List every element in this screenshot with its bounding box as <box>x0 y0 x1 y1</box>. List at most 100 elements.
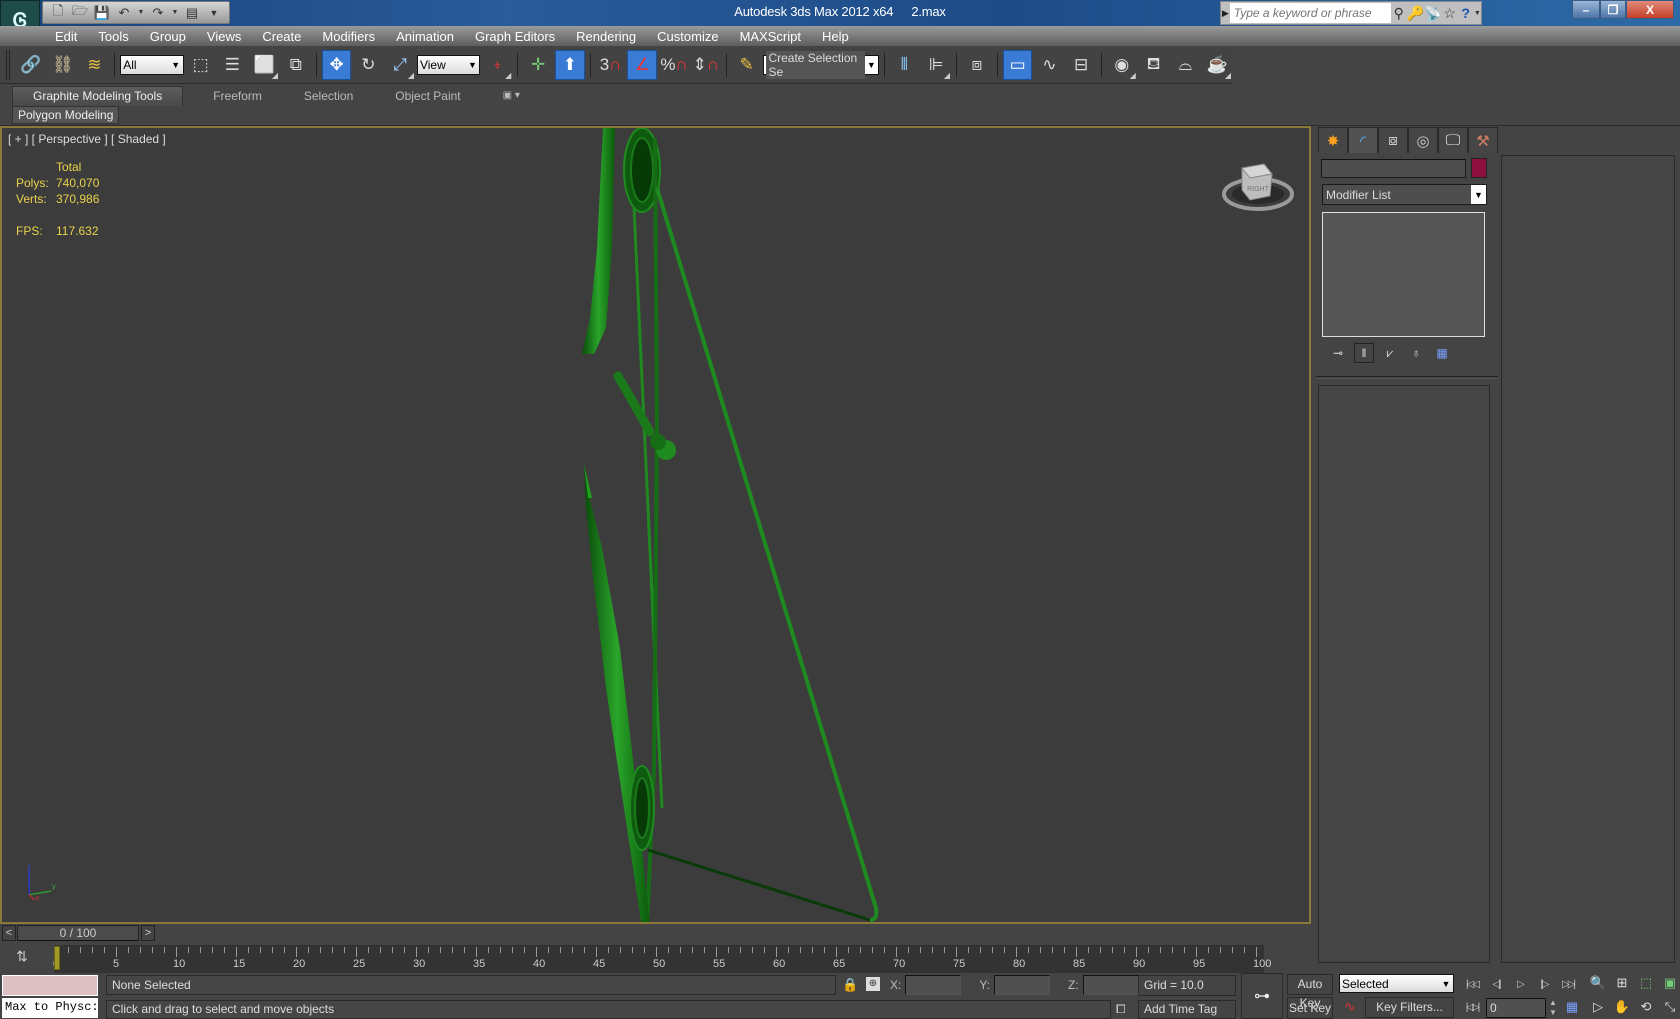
menu-maxscript[interactable]: MAXScript <box>740 29 801 44</box>
curve-editor-icon[interactable]: ∿ <box>1034 50 1064 80</box>
zoom-extents-icon[interactable]: ⬚ <box>1636 974 1656 992</box>
orbit-icon[interactable]: ⟲ <box>1636 998 1656 1016</box>
object-color-swatch[interactable] <box>1471 158 1487 178</box>
menu-graph-editors[interactable]: Graph Editors <box>475 29 555 44</box>
redo-dropdown-icon[interactable]: ▼ <box>171 5 179 21</box>
menu-create[interactable]: Create <box>262 29 301 44</box>
close-button[interactable]: X <box>1626 0 1674 19</box>
current-frame-field[interactable]: 0 <box>1486 998 1546 1018</box>
select-and-manipulate-icon[interactable]: ✛ <box>523 50 553 80</box>
menu-edit[interactable]: Edit <box>55 29 77 44</box>
configure-modifier-sets-icon[interactable]: ▦ <box>1432 343 1452 363</box>
select-and-scale-icon[interactable]: ⤢ ◢ <box>385 50 415 80</box>
key-filters-button[interactable]: Key Filters... <box>1365 997 1454 1018</box>
play-icon[interactable]: ▷ <box>1510 975 1530 993</box>
toolbar-grip[interactable] <box>6 49 10 80</box>
maxscript-listener-output[interactable] <box>2 975 98 996</box>
y-coordinate-field[interactable] <box>994 975 1051 995</box>
search-expand-icon[interactable]: ▶ <box>1221 8 1230 19</box>
create-tab-icon[interactable]: ✸ <box>1318 127 1348 153</box>
frame-spinner[interactable]: ▲ ▼ <box>1548 998 1558 1018</box>
reference-coordinate-dropdown[interactable]: View ▼ <box>416 54 481 75</box>
go-to-start-icon[interactable]: |◁◁ <box>1462 975 1482 993</box>
favorites-star-icon[interactable]: ☆ <box>1442 3 1458 23</box>
toggle-trackbar-icon[interactable]: ⇅ <box>10 948 34 968</box>
bow-model[interactable] <box>2 128 1309 922</box>
angle-snap-toggle-icon[interactable]: ∠ <box>627 49 658 80</box>
panel-polygon-modeling[interactable]: Polygon Modeling <box>12 106 120 124</box>
render-production-icon[interactable]: ☕ ◢ <box>1202 50 1232 80</box>
new-file-icon[interactable]: 🗋 <box>49 3 67 21</box>
edit-named-selection-sets-icon[interactable]: ✎ <box>732 50 762 80</box>
spinner-snap-toggle-icon[interactable]: ⇕ ∩ <box>691 50 721 80</box>
key-mode-toggle-icon[interactable]: |◁▷| <box>1462 998 1482 1016</box>
communication-center-icon[interactable]: 📡 <box>1424 3 1441 23</box>
undo-dropdown-icon[interactable]: ▼ <box>137 5 145 21</box>
set-keys-button[interactable]: ⊶ <box>1241 973 1283 1019</box>
maximize-viewport-icon[interactable]: ⤡ <box>1660 998 1680 1016</box>
display-tab-icon[interactable]: 🖵 <box>1438 127 1468 153</box>
rectangular-selection-region-icon[interactable]: ⬜ ◢ <box>249 50 279 80</box>
menu-modifiers[interactable]: Modifiers <box>322 29 375 44</box>
mirror-icon[interactable]: ⫴ <box>890 50 920 80</box>
align-icon[interactable]: ⊫ ◢ <box>921 50 951 80</box>
menu-help[interactable]: Help <box>822 29 849 44</box>
absolute-mode-transform-icon[interactable]: ⊕ <box>866 977 880 991</box>
percent-snap-toggle-icon[interactable]: % ∩ <box>659 50 689 80</box>
field-of-view-icon[interactable]: ▷ <box>1588 998 1608 1016</box>
schematic-view-icon[interactable]: ⊟ <box>1066 50 1096 80</box>
select-and-move-icon[interactable]: ✥ <box>321 49 352 80</box>
layer-manager-icon[interactable]: ⧈ <box>962 50 992 80</box>
time-slider-track[interactable] <box>0 924 1311 944</box>
pivot-center-icon[interactable]: ⍖ ◢ <box>482 50 512 80</box>
pan-view-icon[interactable]: ✋ <box>1612 998 1632 1016</box>
current-frame-marker[interactable] <box>54 946 60 970</box>
unlink-selection-icon[interactable]: ⛓ <box>48 50 78 80</box>
snaps-toggle-icon[interactable]: 3 ∩ <box>596 50 626 80</box>
graphite-modeling-tools-toggle-icon[interactable]: ▭ <box>1002 49 1033 80</box>
pin-stack-icon[interactable]: ⊸ <box>1328 343 1348 363</box>
select-by-name-icon[interactable]: ☰ <box>217 50 247 80</box>
hierarchy-tab-icon[interactable]: ⧇ <box>1378 127 1408 153</box>
tab-graphite-modeling-tools[interactable]: Graphite Modeling Tools <box>12 85 184 106</box>
track-bar[interactable]: 0510152025303540455055606570758085909510… <box>53 945 1271 973</box>
time-slider-thumb[interactable]: 0 / 100 <box>17 925 139 941</box>
minimize-button[interactable]: – <box>1572 0 1600 19</box>
save-icon[interactable]: 💾 <box>93 5 111 21</box>
tab-freeform[interactable]: Freeform <box>201 86 274 106</box>
search-input[interactable] <box>1229 3 1391 23</box>
maxscript-listener-input[interactable]: Max to Physc: <box>2 998 98 1018</box>
menu-group[interactable]: Group <box>150 29 186 44</box>
z-coordinate-field[interactable] <box>1082 975 1139 995</box>
project-folder-icon[interactable]: ▤ <box>183 5 201 21</box>
set-key-button[interactable]: Set Key <box>1287 997 1333 1019</box>
zoom-all-icon[interactable]: ⊞ <box>1612 974 1632 992</box>
perspective-viewport[interactable]: [ + ] [ Perspective ] [ Shaded ] Total P… <box>0 126 1311 924</box>
select-object-icon[interactable]: ⬚ <box>186 50 216 80</box>
select-and-link-icon[interactable]: 🔗 <box>16 50 46 80</box>
zoom-extents-all-icon[interactable]: ▣ <box>1660 974 1680 992</box>
previous-frame-button[interactable]: < <box>2 925 16 941</box>
next-key-icon[interactable]: ||▷ <box>1534 975 1554 993</box>
object-name-field[interactable] <box>1321 159 1466 178</box>
menu-views[interactable]: Views <box>207 29 241 44</box>
modifier-stack[interactable] <box>1322 212 1485 337</box>
motion-tab-icon[interactable]: ◎ <box>1408 127 1438 153</box>
render-setup-icon[interactable]: ⛾ <box>1139 50 1169 80</box>
menu-tools[interactable]: Tools <box>98 29 128 44</box>
selection-filter-dropdown[interactable]: All ▼ <box>120 54 184 75</box>
tab-selection[interactable]: Selection <box>292 86 365 106</box>
time-configuration-icon[interactable]: ▦ <box>1562 998 1582 1016</box>
select-and-rotate-icon[interactable]: ↻ <box>353 50 383 80</box>
add-time-tag-button[interactable]: Add Time Tag <box>1138 1000 1236 1019</box>
modifier-list-dropdown[interactable]: Modifier List ▼ <box>1322 184 1487 205</box>
menu-customize[interactable]: Customize <box>657 29 718 44</box>
undo-icon[interactable]: ↶ <box>115 5 133 21</box>
next-frame-button[interactable]: > <box>141 925 155 941</box>
modify-tab-icon[interactable]: ◜ <box>1348 127 1378 153</box>
help-icon[interactable]: ? <box>1458 3 1474 23</box>
help-dropdown-icon[interactable]: ▼ <box>1474 3 1481 23</box>
subscription-key-icon[interactable]: 🔑 <box>1407 3 1424 23</box>
previous-key-icon[interactable]: ◁|| <box>1486 975 1506 993</box>
bind-to-space-warp-icon[interactable]: ≋ <box>79 50 109 80</box>
